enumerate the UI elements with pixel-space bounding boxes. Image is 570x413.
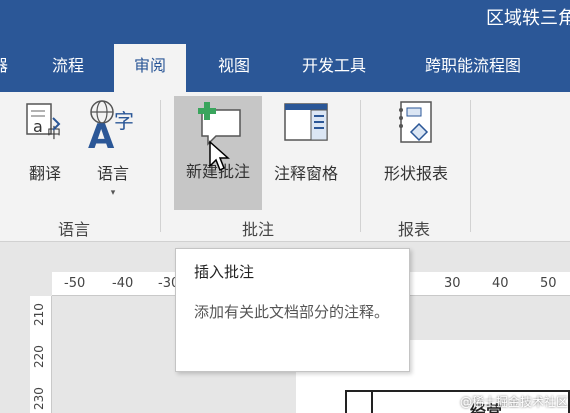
group-label-comments: 批注 <box>242 220 275 239</box>
ribbon-tabs: 器 流程 审阅 视图 开发工具 跨职能流程图 <box>0 36 570 92</box>
ruler-label: 40 <box>492 276 509 291</box>
shape-divider <box>371 392 373 413</box>
tab-review[interactable]: 审阅 <box>114 44 187 92</box>
ruler-label: 210 <box>32 303 46 326</box>
title-bar: 区域轶三角 <box>0 0 570 36</box>
svg-text:A: A <box>88 117 115 150</box>
group-divider <box>470 100 471 232</box>
tab-cross-functional[interactable]: 跨职能流程图 <box>425 52 521 76</box>
tab-view[interactable]: 视图 <box>218 52 250 76</box>
comment-pane-label: 注释窗格 <box>273 164 338 183</box>
shape-report-icon <box>393 98 439 148</box>
translate-label: 翻译 <box>28 164 61 183</box>
tab-developer[interactable]: 开发工具 <box>302 52 366 76</box>
watermark: @稀土掘金技术社区 <box>460 395 569 409</box>
group-label-reports: 报表 <box>398 220 431 239</box>
svg-text:a: a <box>33 117 43 136</box>
ruler-label: 230 <box>32 387 46 410</box>
language-icon: A 字 <box>86 98 140 157</box>
ruler-label: -50 <box>64 276 86 291</box>
translate-button[interactable]: a 中 翻译 <box>14 98 76 210</box>
comment-pane-button[interactable]: 注释窗格 <box>264 98 348 210</box>
vertical-ruler: 210 220 230 <box>30 296 52 413</box>
tooltip-title: 插入批注 <box>194 263 255 281</box>
tab-process[interactable]: 流程 <box>52 52 84 76</box>
ruler-label: 30 <box>444 276 461 291</box>
window-title: 区域轶三角 <box>486 8 570 29</box>
tab-design[interactable]: 器 <box>0 52 8 76</box>
ruler-label: 50 <box>540 276 557 291</box>
tooltip-description: 添加有关此文档部分的注释。 <box>194 303 390 321</box>
comment-pane-icon <box>281 98 331 146</box>
chevron-down-icon: ▾ <box>110 188 116 198</box>
language-button[interactable]: A 字 语言 ▾ <box>82 98 144 210</box>
tooltip: 插入批注 添加有关此文档部分的注释。 <box>175 248 410 372</box>
ruler-label: 220 <box>32 345 46 368</box>
language-label: 语言 <box>96 164 129 183</box>
group-divider <box>360 100 361 232</box>
group-label-language: 语言 <box>58 220 91 239</box>
ribbon-body: a 中 翻译 A 字 语言 ▾ 语言 新建批注 注释窗格 批注 形状报表 报表 <box>0 92 570 242</box>
mouse-cursor-icon <box>208 140 232 176</box>
svg-text:字: 字 <box>114 109 134 133</box>
group-divider <box>160 100 161 232</box>
translate-icon: a 中 <box>23 98 67 146</box>
shape-report-button[interactable]: 形状报表 <box>374 98 458 210</box>
shape-report-label: 形状报表 <box>383 164 448 183</box>
ruler-label: -40 <box>112 276 134 291</box>
